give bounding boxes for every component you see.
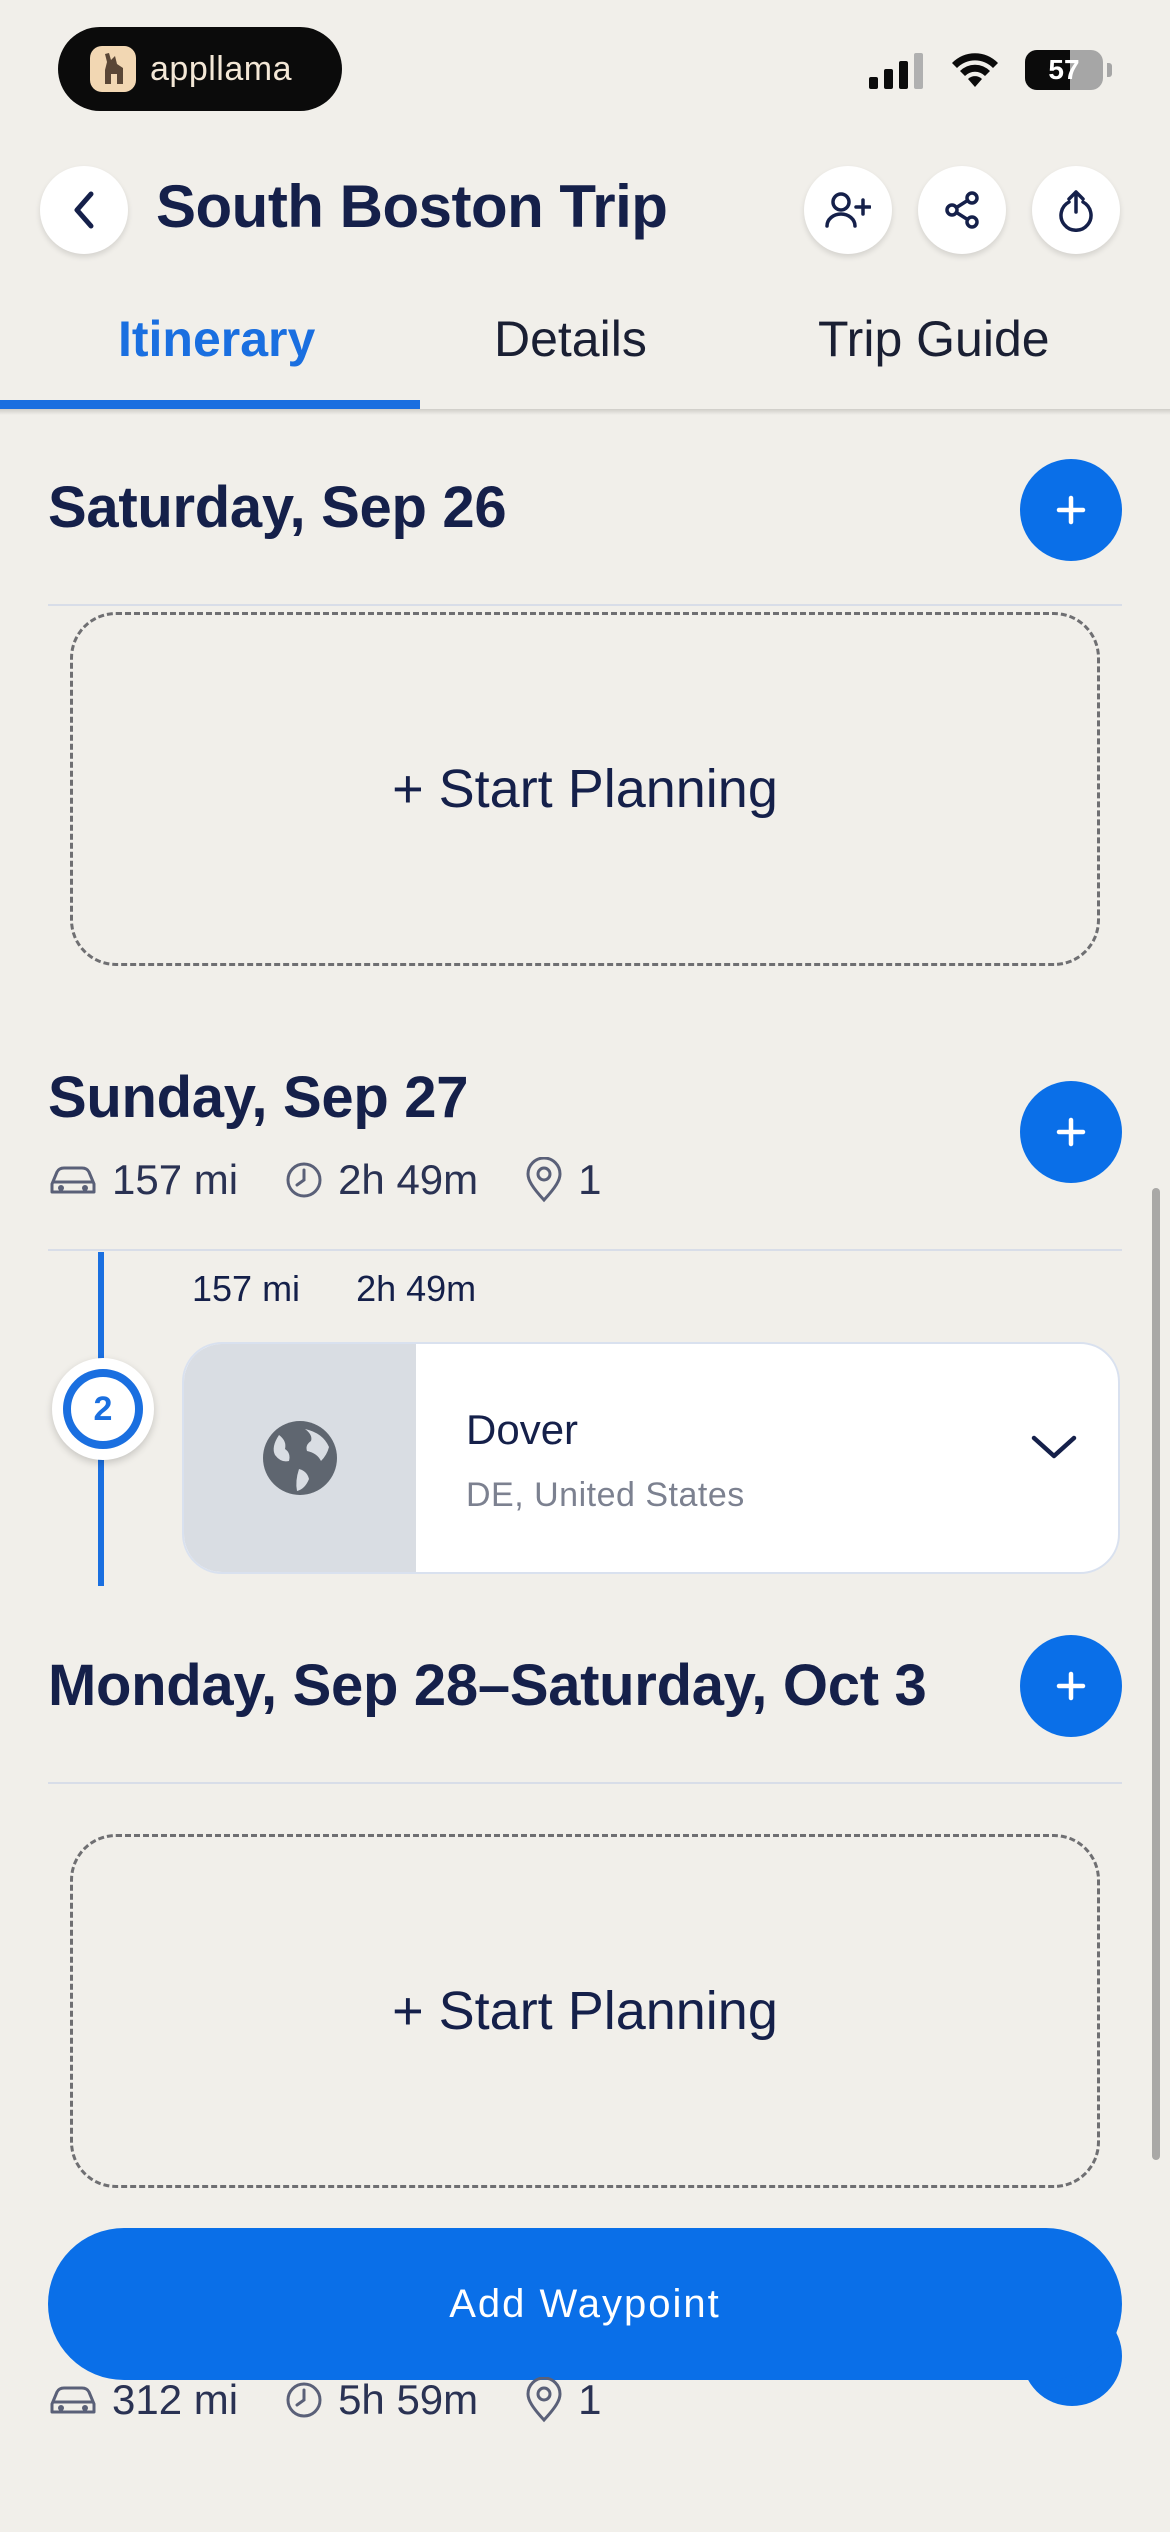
waypoint-number: 2 xyxy=(63,1369,143,1449)
tab-trip-guide[interactable]: Trip Guide xyxy=(818,310,1050,368)
battery-icon: 57 xyxy=(1025,50,1103,90)
waypoint-name: Dover xyxy=(466,1406,579,1453)
day-title-sep-26: Saturday, Sep 26 xyxy=(48,475,507,540)
back-icon xyxy=(74,191,94,229)
plus-icon xyxy=(1056,1671,1086,1701)
back-button[interactable] xyxy=(40,166,128,254)
globe-icon xyxy=(263,1421,337,1495)
waypoint-thumbnail xyxy=(184,1344,416,1572)
share-icon xyxy=(945,191,979,229)
waypoint-location: DE, United States xyxy=(466,1476,745,1514)
battery-percent: 57 xyxy=(1048,54,1080,85)
plus-icon xyxy=(1056,1117,1086,1147)
trip-duration: 5h 59m xyxy=(338,2376,479,2423)
day-divider xyxy=(48,1782,1122,1784)
segment-info: 157 mi 2h 49m xyxy=(192,1268,476,1310)
share-button[interactable] xyxy=(918,166,1006,254)
scrollbar[interactable] xyxy=(1152,1188,1160,2160)
start-planning-button[interactable]: + Start Planning xyxy=(70,1834,1100,2188)
battery-tip xyxy=(1107,63,1112,77)
segment-distance: 157 mi xyxy=(192,1268,301,1309)
export-icon xyxy=(1059,190,1093,232)
clock-icon xyxy=(284,2380,324,2420)
segment-duration: 2h 49m xyxy=(356,1268,477,1309)
car-icon xyxy=(48,1162,98,1198)
app-badge[interactable]: appllama xyxy=(58,27,342,111)
add-waypoint-button[interactable]: Add Waypoint xyxy=(48,2228,1122,2380)
chevron-down-icon[interactable] xyxy=(1030,1432,1078,1467)
day-title-sep-27: Sunday, Sep 27 xyxy=(48,1065,469,1130)
tab-itinerary[interactable]: Itinerary xyxy=(118,310,315,368)
tab-bar-shadow xyxy=(0,409,1170,415)
trip-distance: 312 mi xyxy=(112,2376,239,2423)
add-person-icon xyxy=(825,192,871,228)
waypoint-number-badge: 2 xyxy=(52,1358,154,1460)
app-name: appllama xyxy=(150,49,292,88)
day-range-dash: – xyxy=(477,1653,510,1718)
day-distance: 157 mi xyxy=(112,1156,239,1203)
tab-bar: Itinerary Details Trip Guide xyxy=(0,300,1170,412)
clock-icon xyxy=(284,1160,324,1200)
day-stop-count: 1 xyxy=(578,1156,602,1203)
add-to-day-button[interactable] xyxy=(1020,459,1122,561)
waypoint-card[interactable]: Dover DE, United States xyxy=(182,1342,1120,1574)
start-planning-button[interactable]: + Start Planning xyxy=(70,612,1100,966)
add-to-day-button[interactable] xyxy=(1020,1635,1122,1737)
day-title-sep-28-oct-3: Monday, Sep 28–Saturday, Oct 3 xyxy=(48,1652,927,1719)
day-duration: 2h 49m xyxy=(338,1156,479,1203)
add-collaborator-button[interactable] xyxy=(804,166,892,254)
status-icons: 57 xyxy=(869,50,1112,90)
trip-stop-count: 1 xyxy=(578,2376,602,2423)
cellular-signal-icon xyxy=(869,53,923,89)
tab-details[interactable]: Details xyxy=(494,310,647,368)
trip-stats: 312 mi 5h 59m 1 xyxy=(48,2376,648,2424)
car-icon xyxy=(48,2382,98,2418)
location-pin-icon xyxy=(524,2377,564,2423)
day-stats: 157 mi 2h 49m 1 xyxy=(48,1156,648,1204)
add-to-day-button[interactable] xyxy=(1020,1081,1122,1183)
llama-logo-icon xyxy=(90,46,136,92)
day-range-end: Saturday, Oct 3 xyxy=(509,1653,927,1718)
day-divider xyxy=(48,604,1122,606)
day-range-start: Monday, Sep 28 xyxy=(48,1653,478,1718)
page-title: South Boston Trip xyxy=(156,173,668,240)
export-button[interactable] xyxy=(1032,166,1120,254)
day-divider xyxy=(48,1249,1122,1251)
active-tab-indicator xyxy=(0,400,420,409)
plus-icon xyxy=(1056,495,1086,525)
location-pin-icon xyxy=(524,1157,564,1203)
wifi-icon xyxy=(952,53,998,87)
